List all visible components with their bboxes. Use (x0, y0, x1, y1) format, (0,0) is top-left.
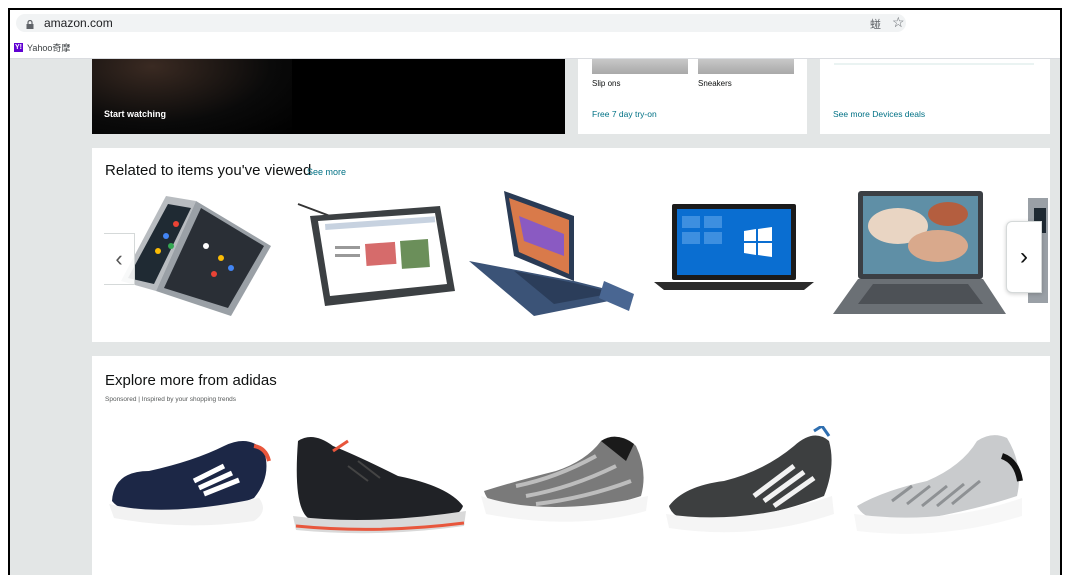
laptop-product-4[interactable] (644, 186, 824, 291)
devices-image-strip (834, 63, 1034, 65)
yahoo-favicon-icon: Y! (14, 43, 23, 52)
address-bar: amazon.com 䗒 ☆ (10, 10, 1060, 38)
url-text: amazon.com (44, 16, 113, 30)
sneakers-caption[interactable]: Sneakers (698, 79, 732, 88)
bookmarks-bar: Y! Yahoo奇摩 (10, 38, 1060, 59)
sneakers-image[interactable] (698, 59, 794, 74)
shoe-product-2[interactable] (288, 426, 468, 541)
page-content: Start watching Slip ons Sneakers Free 7 … (10, 59, 1060, 575)
laptop-product-5[interactable] (828, 186, 1008, 321)
browser-window: amazon.com 䗒 ☆ Y! Yahoo奇摩 Start watching… (8, 8, 1062, 575)
devices-card: See more Devices deals (820, 59, 1050, 134)
bookmark-label: Yahoo奇摩 (27, 43, 71, 53)
slip-ons-caption[interactable]: Slip ons (592, 79, 620, 88)
shoes-card: Slip ons Sneakers Free 7 day try-on (578, 59, 807, 134)
shoe-product-4[interactable] (664, 426, 844, 541)
laptop-product-2[interactable] (290, 186, 460, 311)
translate-icon[interactable]: 䗒 (870, 16, 881, 32)
video-thumbnail (92, 59, 292, 134)
shoe-product-5[interactable] (852, 426, 1032, 541)
bookmark-star-icon[interactable]: ☆ (892, 14, 905, 31)
url-field[interactable]: amazon.com 䗒 ☆ (16, 14, 906, 32)
free-try-on-link[interactable]: Free 7 day try-on (592, 109, 657, 119)
shoe-product-1[interactable] (104, 426, 274, 536)
adidas-title: Explore more from adidas (105, 372, 277, 389)
related-items-card: Related to items you've viewed See more (92, 148, 1050, 342)
start-watching-link[interactable]: Start watching (104, 109, 166, 119)
shoe-product-3[interactable] (476, 426, 656, 536)
bookmark-yahoo[interactable]: Y! Yahoo奇摩 (14, 41, 70, 54)
see-more-link[interactable]: See more (307, 167, 346, 177)
carousel-prev-button[interactable]: ‹ (104, 233, 135, 285)
adidas-card: Explore more from adidas Sponsored | Ins… (92, 356, 1050, 575)
video-card[interactable]: Start watching (92, 59, 565, 134)
lock-icon (26, 20, 34, 29)
related-title: Related to items you've viewed (105, 162, 312, 179)
laptop-product-3[interactable] (464, 186, 639, 321)
see-more-devices-link[interactable]: See more Devices deals (833, 109, 925, 119)
sponsored-label: Sponsored | Inspired by your shopping tr… (105, 396, 237, 403)
carousel-next-button[interactable]: › (1006, 221, 1042, 293)
slip-ons-image[interactable] (592, 59, 688, 74)
